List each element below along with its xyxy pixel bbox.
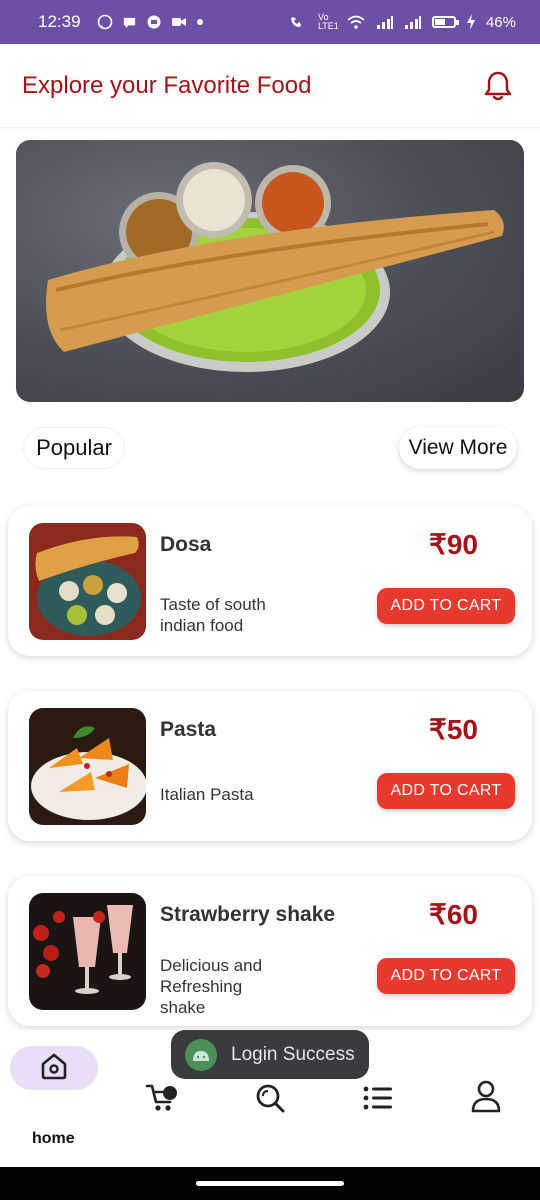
food-description: Delicious and Refreshing shake — [160, 956, 263, 1017]
nav-cart[interactable] — [141, 1080, 181, 1120]
video-icon — [171, 16, 187, 28]
food-card[interactable]: Pasta Italian Pasta ₹50 ADD TO CART — [8, 691, 532, 841]
battery-icon — [431, 16, 459, 28]
wifi-call-icon — [288, 14, 308, 30]
whatsapp-icon — [97, 14, 113, 30]
signal-icon-2 — [404, 14, 422, 30]
shake-image — [29, 893, 146, 1010]
add-to-cart-button[interactable]: ADD TO CART — [377, 958, 515, 994]
food-description: Taste of south indian food — [160, 595, 266, 635]
charging-icon — [466, 14, 476, 30]
view-more-button[interactable]: View More — [399, 427, 517, 469]
nav-search[interactable] — [250, 1080, 290, 1120]
toast-text: Login Success — [231, 1043, 355, 1065]
profile-icon — [470, 1079, 502, 1118]
food-name: Strawberry shake — [160, 903, 336, 926]
network-label: Vo LTE1 — [317, 12, 339, 31]
search-icon — [254, 1082, 286, 1119]
system-navigation-bar — [0, 1167, 540, 1200]
dosa-image — [29, 523, 146, 640]
banner-image[interactable] — [16, 140, 524, 402]
food-name: Pasta — [160, 718, 217, 741]
add-to-cart-button[interactable]: ADD TO CART — [377, 588, 515, 624]
dot-icon — [196, 18, 204, 26]
food-price: ₹50 — [429, 714, 478, 745]
chat-icon — [122, 15, 137, 30]
food-card[interactable]: Strawberry shake Delicious and Refreshin… — [8, 876, 532, 1026]
popular-label: Popular — [23, 427, 125, 469]
status-right: Vo LTE1 46% — [288, 13, 516, 31]
food-description: Italian Pasta — [160, 785, 254, 804]
android-icon — [185, 1038, 217, 1071]
nav-profile[interactable] — [466, 1078, 506, 1118]
signal-icon — [376, 14, 394, 30]
toast-message: Login Success — [171, 1030, 369, 1079]
battery-percent: 46% — [485, 13, 516, 31]
food-price: ₹90 — [429, 529, 478, 560]
bell-icon[interactable] — [478, 66, 518, 106]
status-time: 12:39 — [38, 12, 81, 31]
notification-icons — [97, 14, 204, 30]
home-indicator[interactable] — [196, 1181, 344, 1186]
pasta-image — [29, 708, 146, 825]
list-icon — [362, 1084, 394, 1117]
add-to-cart-button[interactable]: ADD TO CART — [377, 773, 515, 809]
nav-home[interactable] — [10, 1046, 98, 1090]
status-bar: 12:39 Vo LTE1 46% — [0, 0, 540, 44]
food-price: ₹60 — [429, 899, 478, 930]
food-name: Dosa — [160, 533, 212, 556]
home-icon — [39, 1051, 69, 1086]
food-card[interactable]: Dosa Taste of south indian food ₹90 ADD … — [8, 506, 532, 656]
page-title: Explore your Favorite Food — [22, 71, 312, 99]
app-header: Explore your Favorite Food — [0, 44, 540, 128]
wifi-icon — [346, 14, 366, 30]
messenger-icon — [146, 14, 162, 30]
cart-icon — [144, 1082, 178, 1119]
nav-home-label: home — [32, 1130, 75, 1147]
nav-list[interactable] — [358, 1080, 398, 1120]
